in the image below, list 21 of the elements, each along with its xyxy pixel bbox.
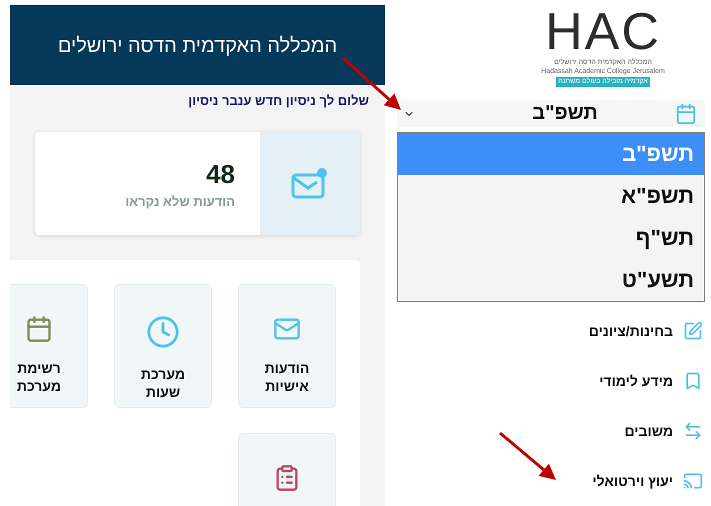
- sidebar-menu-item[interactable]: בחינות/ציונים: [588, 323, 673, 339]
- annotation-arrow: [499, 432, 556, 480]
- sidebar-menu-item[interactable]: משובים: [624, 423, 673, 439]
- sidebar-menu-item[interactable]: יעוץ וירטואלי: [592, 473, 673, 489]
- unread-count: 48: [205, 158, 235, 190]
- year-option[interactable]: תשע"ט: [398, 259, 704, 301]
- greeting-text: שלום לך ניסיון חדש ענבר ניסיון: [187, 93, 369, 108]
- calendar-icon: [675, 102, 697, 124]
- year-option[interactable]: תשפ"א: [398, 175, 704, 217]
- shortcut-tile[interactable]: מערכת שעות: [114, 284, 212, 408]
- sidebar-menu-item[interactable]: מידע לימודי: [599, 373, 673, 389]
- swap-arrows-icon: [683, 421, 703, 441]
- year-select[interactable]: תשפ"ב: [397, 100, 705, 127]
- mail-notification-icon: [291, 166, 329, 200]
- shortcut-tile[interactable]: רשימת מערכת: [10, 284, 88, 408]
- edit-icon: [683, 321, 703, 341]
- header-title: המכללה האקדמית הדסה ירושלים: [58, 34, 338, 58]
- unread-label: הודעות שלא נקראו: [124, 194, 235, 208]
- cast-icon: [683, 471, 703, 491]
- year-option[interactable]: תש"ף: [398, 217, 704, 259]
- shortcut-tile[interactable]: הודעות אישיות: [238, 284, 336, 408]
